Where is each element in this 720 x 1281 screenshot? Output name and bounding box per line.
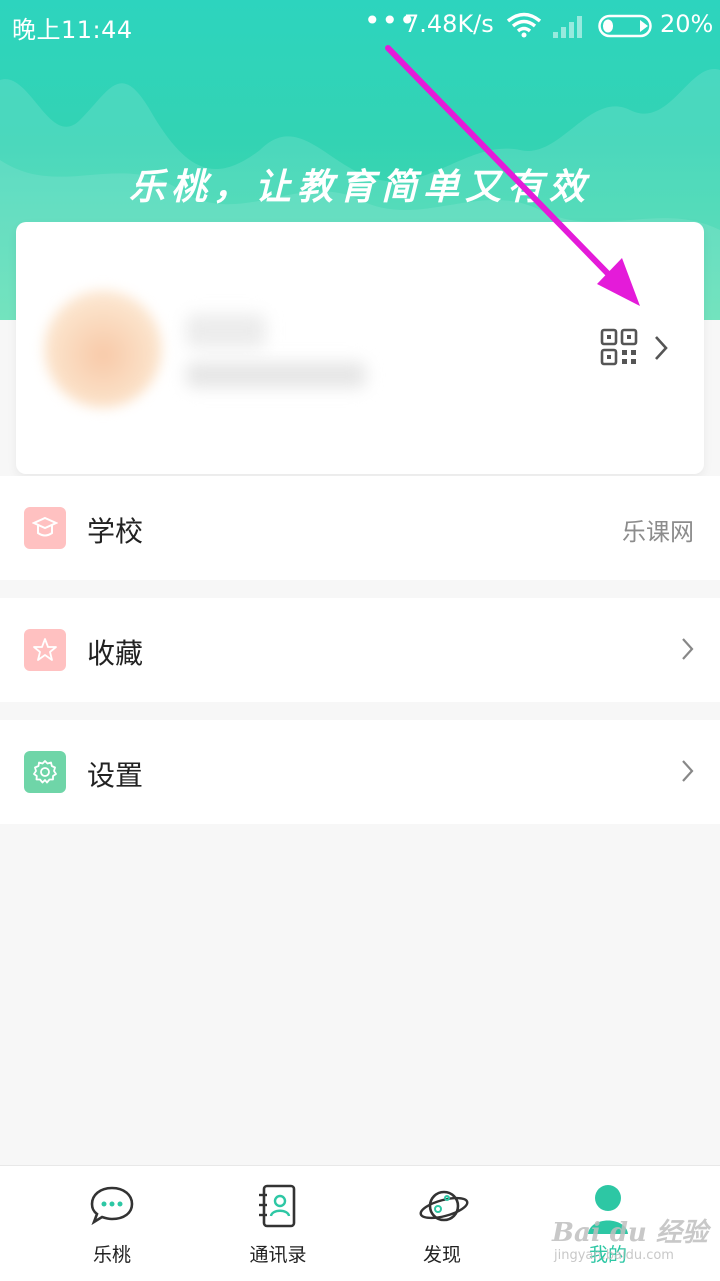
battery-icon <box>598 14 652 38</box>
profile-card[interactable] <box>16 222 704 474</box>
status-bar: 晚上11:44 ••• 7.48K/s 20% <box>0 0 720 52</box>
star-icon <box>33 638 57 661</box>
chevron-right-icon <box>682 760 694 782</box>
chevron-right-icon[interactable] <box>652 334 670 362</box>
school-label: 学校 <box>87 515 144 548</box>
net-speed: 7.48K/s <box>404 10 494 38</box>
battery-percent: 20% <box>660 10 714 38</box>
nav-tab-contacts[interactable]: 通讯录 <box>188 1166 368 1281</box>
signal-icon <box>553 16 582 38</box>
menu-item-settings[interactable]: 设置 <box>0 720 720 824</box>
nav-label: 乐桃 <box>92 1244 131 1266</box>
chevron-right-icon <box>682 638 694 660</box>
chat-bubble-icon <box>90 1186 134 1226</box>
profile-subtitle-blurred <box>186 362 366 388</box>
nav-label: 通讯录 <box>249 1244 307 1266</box>
settings-label: 设置 <box>87 759 144 792</box>
school-value: 乐课网 <box>622 518 694 546</box>
nav-tab-letao[interactable]: 乐桃 <box>22 1166 202 1281</box>
contacts-icon <box>259 1184 296 1228</box>
watermark: Bai du 经验 <box>552 1218 708 1248</box>
menu-item-favorites[interactable]: 收藏 <box>0 598 720 702</box>
menu-item-school[interactable]: 学校 乐课网 <box>0 476 720 580</box>
graduation-cap-icon <box>32 516 58 537</box>
avatar[interactable] <box>44 290 162 408</box>
wifi-icon <box>506 12 542 38</box>
nav-tab-discover[interactable]: 发现 <box>352 1166 532 1281</box>
slogan: 乐桃，让教育简单又有效 <box>128 166 591 208</box>
school-icon-box <box>24 507 66 549</box>
gear-icon <box>33 760 57 784</box>
profile-name-blurred <box>186 314 266 348</box>
watermark-sub: jingyan.baidu.com <box>554 1248 674 1263</box>
status-time: 晚上11:44 <box>12 16 133 44</box>
settings-icon-box <box>24 751 66 793</box>
qr-code-icon[interactable] <box>600 328 638 366</box>
planet-icon <box>419 1190 469 1222</box>
nav-label: 发现 <box>422 1244 461 1266</box>
favorites-label: 收藏 <box>87 637 144 670</box>
favorites-icon-box <box>24 629 66 671</box>
